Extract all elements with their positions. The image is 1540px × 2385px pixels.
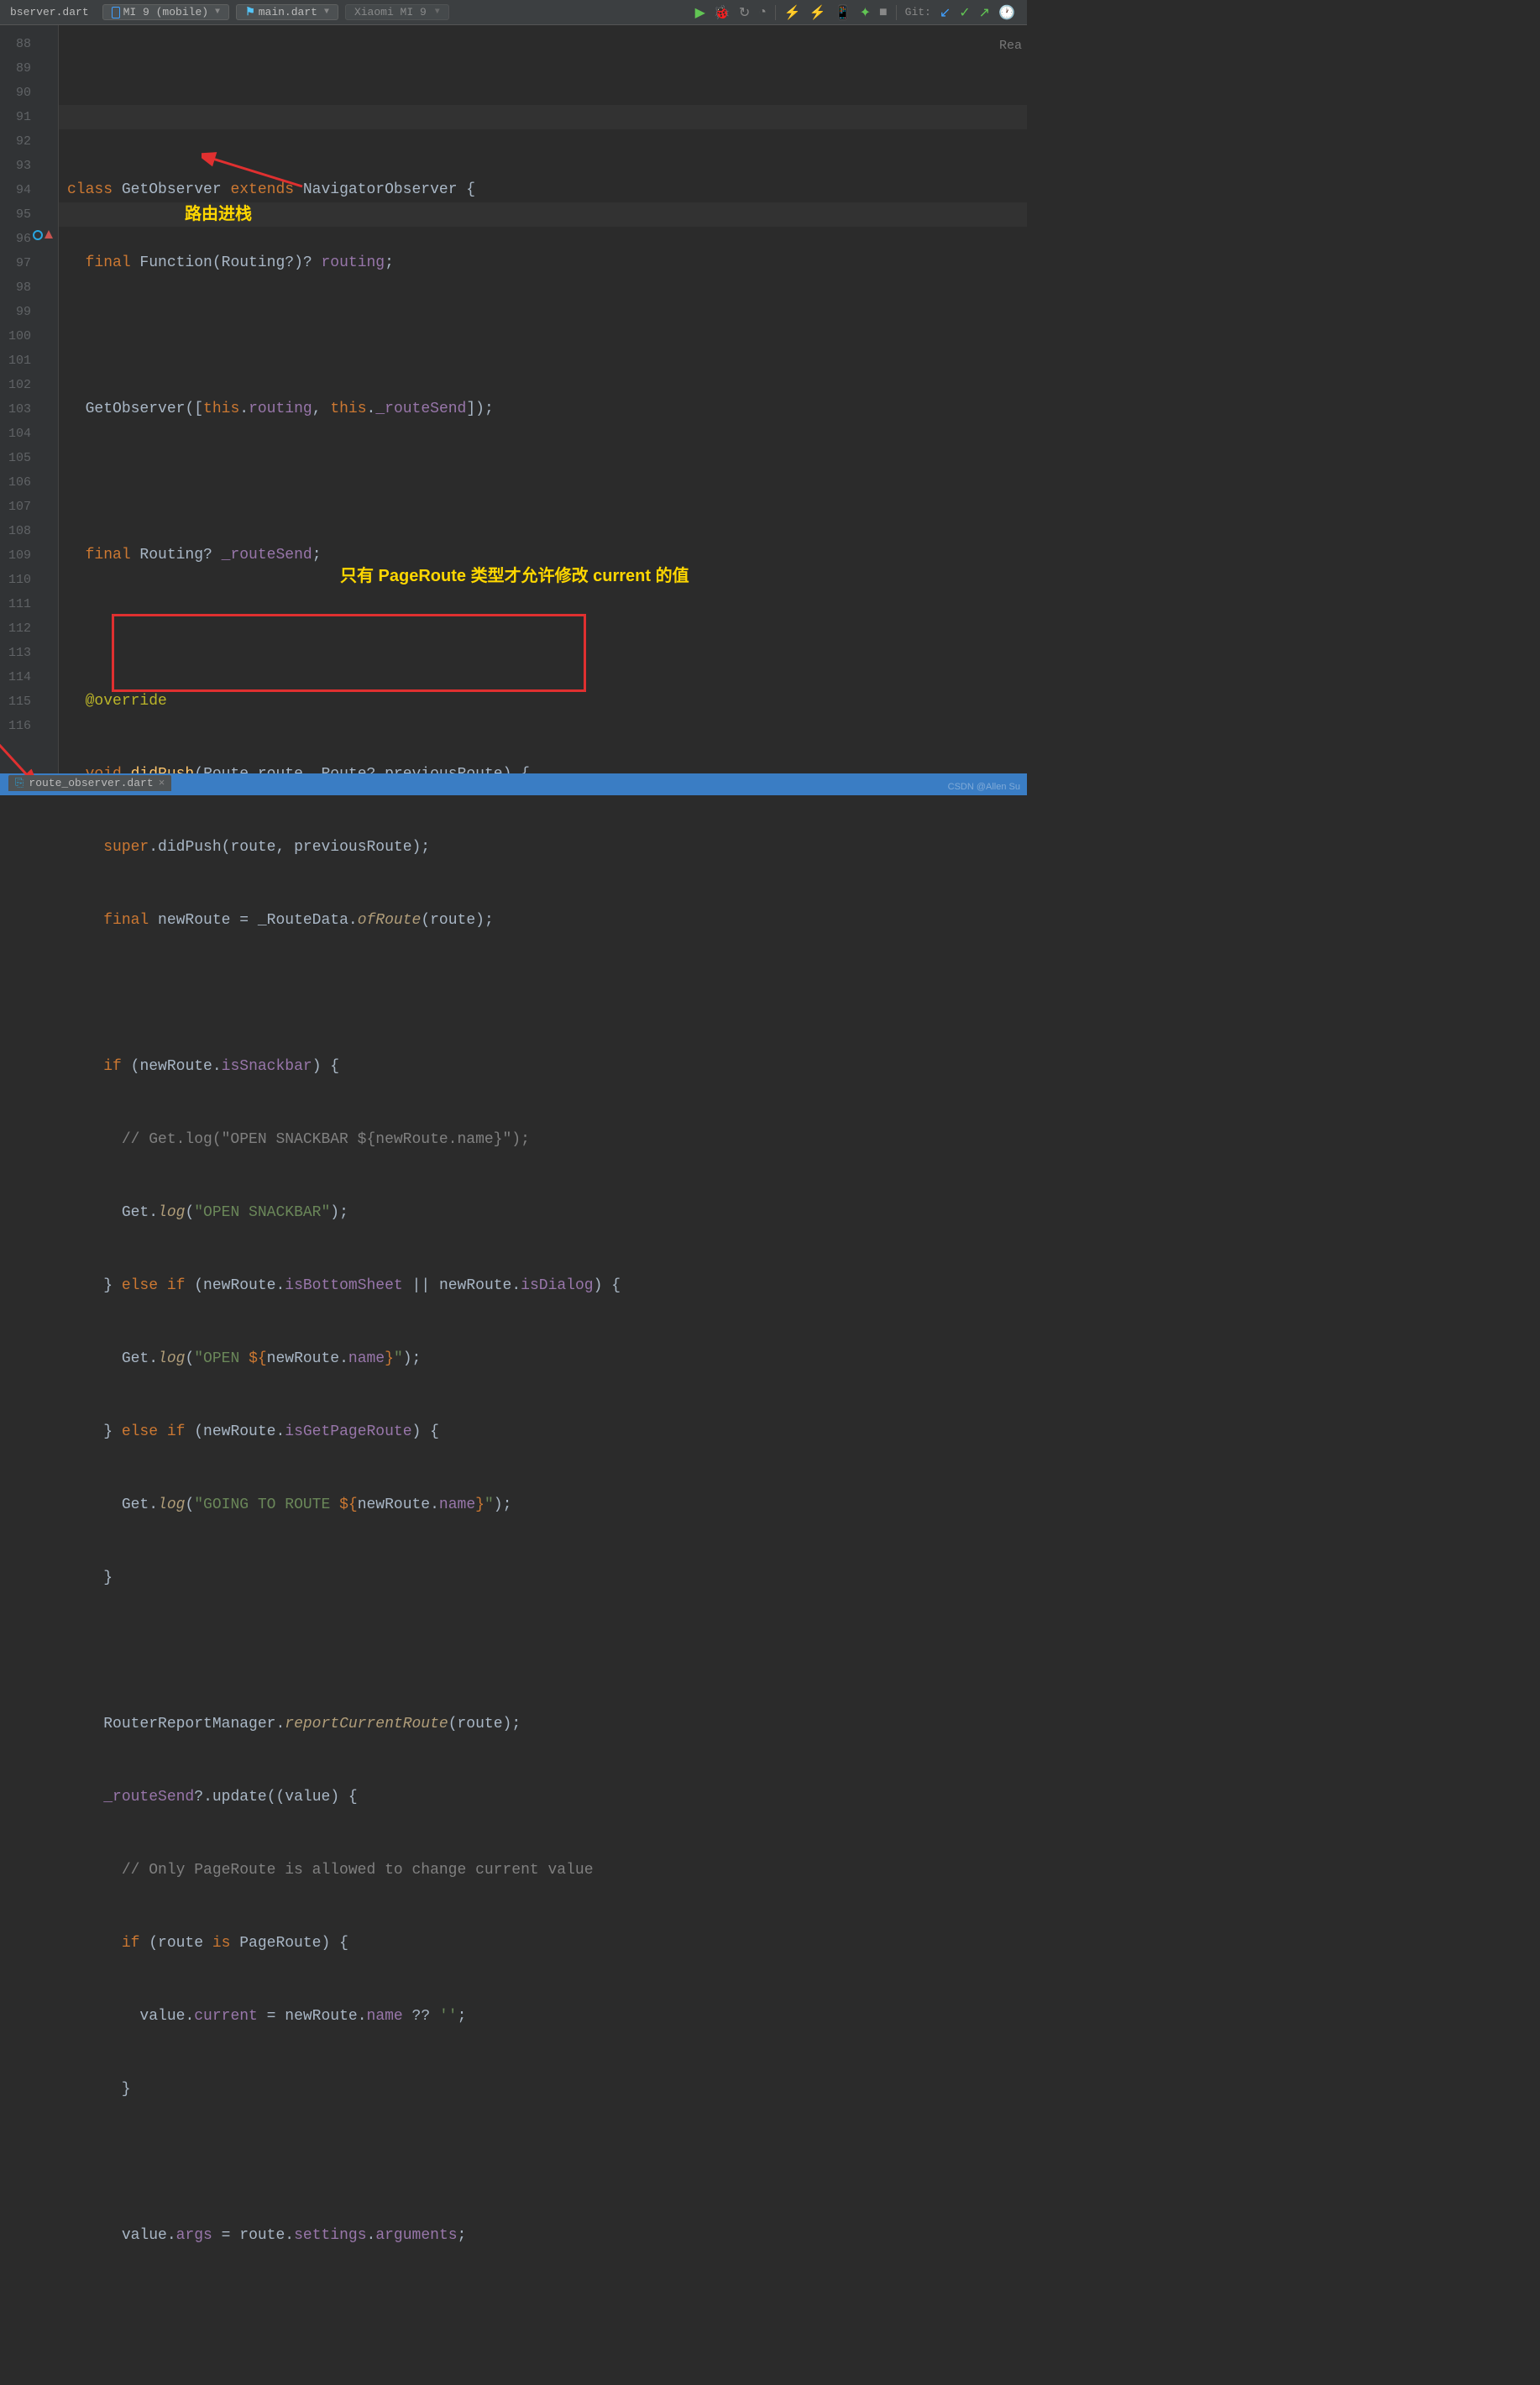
line-number: 103: [0, 397, 58, 422]
line-number: 104: [0, 422, 58, 446]
code-line: Get.log("OPEN SNACKBAR");: [67, 1201, 1027, 1225]
line-number: 102: [0, 373, 58, 397]
run-config-label: main.dart: [259, 6, 317, 18]
dart-file-icon: ⎘: [15, 777, 24, 789]
code-line: }: [67, 1566, 1027, 1591]
code-line: Get.log("OPEN ${newRoute.name}");: [67, 1347, 1027, 1371]
phone-icon: [112, 7, 120, 18]
code-line: [67, 470, 1027, 495]
code-line: } else if (newRoute.isGetPageRoute) {: [67, 1420, 1027, 1444]
breadcrumb-file: bserver.dart: [3, 6, 96, 18]
line-number: 107: [0, 495, 58, 519]
flutter-icon: ⚑: [245, 6, 255, 18]
separator: [896, 5, 897, 20]
line-number: 93: [0, 154, 58, 178]
line-number: 98: [0, 275, 58, 300]
bottom-tab-filename: route_observer.dart: [29, 777, 153, 789]
line-number: 115: [0, 689, 58, 714]
code-line: if (route is PageRoute) {: [67, 1932, 1027, 1956]
code-line: } else if (newRoute.isBottomSheet || new…: [67, 1274, 1027, 1298]
code-line: RouterReportManager.reportCurrentRoute(r…: [67, 1712, 1027, 1737]
highlighted-line: [59, 105, 1027, 129]
find-usages-tab[interactable]: ⎘ route_observer.dart ×: [8, 775, 171, 791]
line-number: 106: [0, 470, 58, 495]
git-update-icon[interactable]: ↙: [940, 4, 951, 21]
git-push-icon[interactable]: ↗: [979, 4, 990, 21]
code-line: if (newRoute.isSnackbar) {: [67, 1055, 1027, 1079]
code-line: @override: [67, 689, 1027, 714]
git-commit-icon[interactable]: ✓: [959, 4, 970, 21]
code-line: }: [67, 2078, 1027, 2102]
chevron-down-icon: ▼: [215, 8, 220, 17]
bottom-bar: ⎘ route_observer.dart ×: [0, 773, 1027, 795]
coverage-icon[interactable]: ↻: [739, 4, 750, 21]
code-area[interactable]: Rea class GetObserver extends NavigatorO…: [59, 25, 1027, 773]
stop-icon[interactable]: ■: [879, 5, 888, 20]
line-number: 94: [0, 178, 58, 202]
git-label: Git:: [905, 6, 931, 18]
code-line: [67, 324, 1027, 349]
line-number: 92: [0, 129, 58, 154]
run-config-selector[interactable]: ⚑ main.dart ▼: [236, 4, 338, 20]
line-number: 88: [0, 32, 58, 56]
line-number: 105: [0, 446, 58, 470]
watermark: CSDN @Allen Su: [948, 782, 1020, 792]
line-number: 97: [0, 251, 58, 275]
hot-restart-icon[interactable]: ⚡: [809, 4, 826, 21]
line-number: 111: [0, 592, 58, 616]
annotation-arrow-icon: [202, 151, 311, 193]
chevron-down-icon: ▼: [324, 8, 329, 17]
git-clock-icon[interactable]: 🕐: [998, 4, 1015, 21]
code-line: _routeSend?.update((value) {: [67, 1785, 1027, 1810]
toolbar: bserver.dart MI 9 (mobile) ▼ ⚑ main.dart…: [0, 0, 1027, 25]
line-number: 90: [0, 81, 58, 105]
line-number: 113: [0, 641, 58, 665]
code-line: Get.log("GOING TO ROUTE ${newRoute.name}…: [67, 1493, 1027, 1517]
line-number: 100: [0, 324, 58, 349]
line-number: 108: [0, 519, 58, 543]
code-line: [67, 1639, 1027, 1664]
target-device-selector[interactable]: Xiaomi MI 9 ▼: [345, 4, 449, 20]
separator: [775, 5, 776, 20]
hot-reload-icon[interactable]: ⚡: [784, 4, 801, 21]
line-number: 99: [0, 300, 58, 324]
line-number: 112: [0, 616, 58, 641]
code-line: // Only PageRoute is allowed to change c…: [67, 1858, 1027, 1883]
attach-icon[interactable]: 📱: [835, 4, 851, 21]
code-line: // Get.log("OPEN SNACKBAR ${newRoute.nam…: [67, 1128, 1027, 1152]
override-marker-icon[interactable]: [33, 230, 53, 240]
code-line: [67, 982, 1027, 1006]
code-line: [67, 616, 1027, 641]
target-device-label: Xiaomi MI 9: [354, 6, 427, 18]
code-line: GetObserver([this.routing, this._routeSe…: [67, 397, 1027, 422]
run-icon[interactable]: ▶: [695, 4, 705, 21]
annotation-label: 只有 PageRoute 类型才允许修改 current 的值: [340, 564, 689, 589]
line-number: 96: [0, 227, 58, 251]
right-indicator: Rea: [999, 34, 1022, 58]
line-number: 95: [0, 202, 58, 227]
line-number: 89: [0, 56, 58, 81]
device-selector[interactable]: MI 9 (mobile) ▼: [102, 4, 229, 20]
close-icon[interactable]: ×: [159, 777, 165, 789]
line-number: 91: [0, 105, 58, 129]
chevron-down-icon: ▼: [435, 8, 440, 17]
toolbar-actions: ▶ 🐞 ↻ ◔ ⚡ ⚡ 📱 ✦ ■ Git: ↙ ✓ ↗ 🕐: [695, 4, 1024, 21]
line-number: 109: [0, 543, 58, 568]
line-number: 101: [0, 349, 58, 373]
device-label: MI 9 (mobile): [123, 6, 208, 18]
code-line: super.didPush(route, previousRoute);: [67, 836, 1027, 860]
annotation-label: 路由进栈: [185, 202, 252, 227]
profile-icon[interactable]: ◔: [758, 5, 767, 20]
editor[interactable]: 88 89 90 91 92 93 94 95 96 97 98 99 100 …: [0, 25, 1027, 773]
flutter-inspector-icon[interactable]: ✦: [860, 4, 871, 21]
debug-icon[interactable]: 🐞: [714, 4, 731, 21]
gutter: 88 89 90 91 92 93 94 95 96 97 98 99 100 …: [0, 25, 59, 773]
line-number: 114: [0, 665, 58, 689]
code-line: final Function(Routing?)? routing;: [67, 251, 1027, 275]
line-number: 110: [0, 568, 58, 592]
code-line: value.args = route.settings.arguments;: [67, 2224, 1027, 2248]
code-line: final newRoute = _RouteData.ofRoute(rout…: [67, 909, 1027, 933]
code-line: [67, 2151, 1027, 2175]
code-line: value.current = newRoute.name ?? '';: [67, 2005, 1027, 2029]
